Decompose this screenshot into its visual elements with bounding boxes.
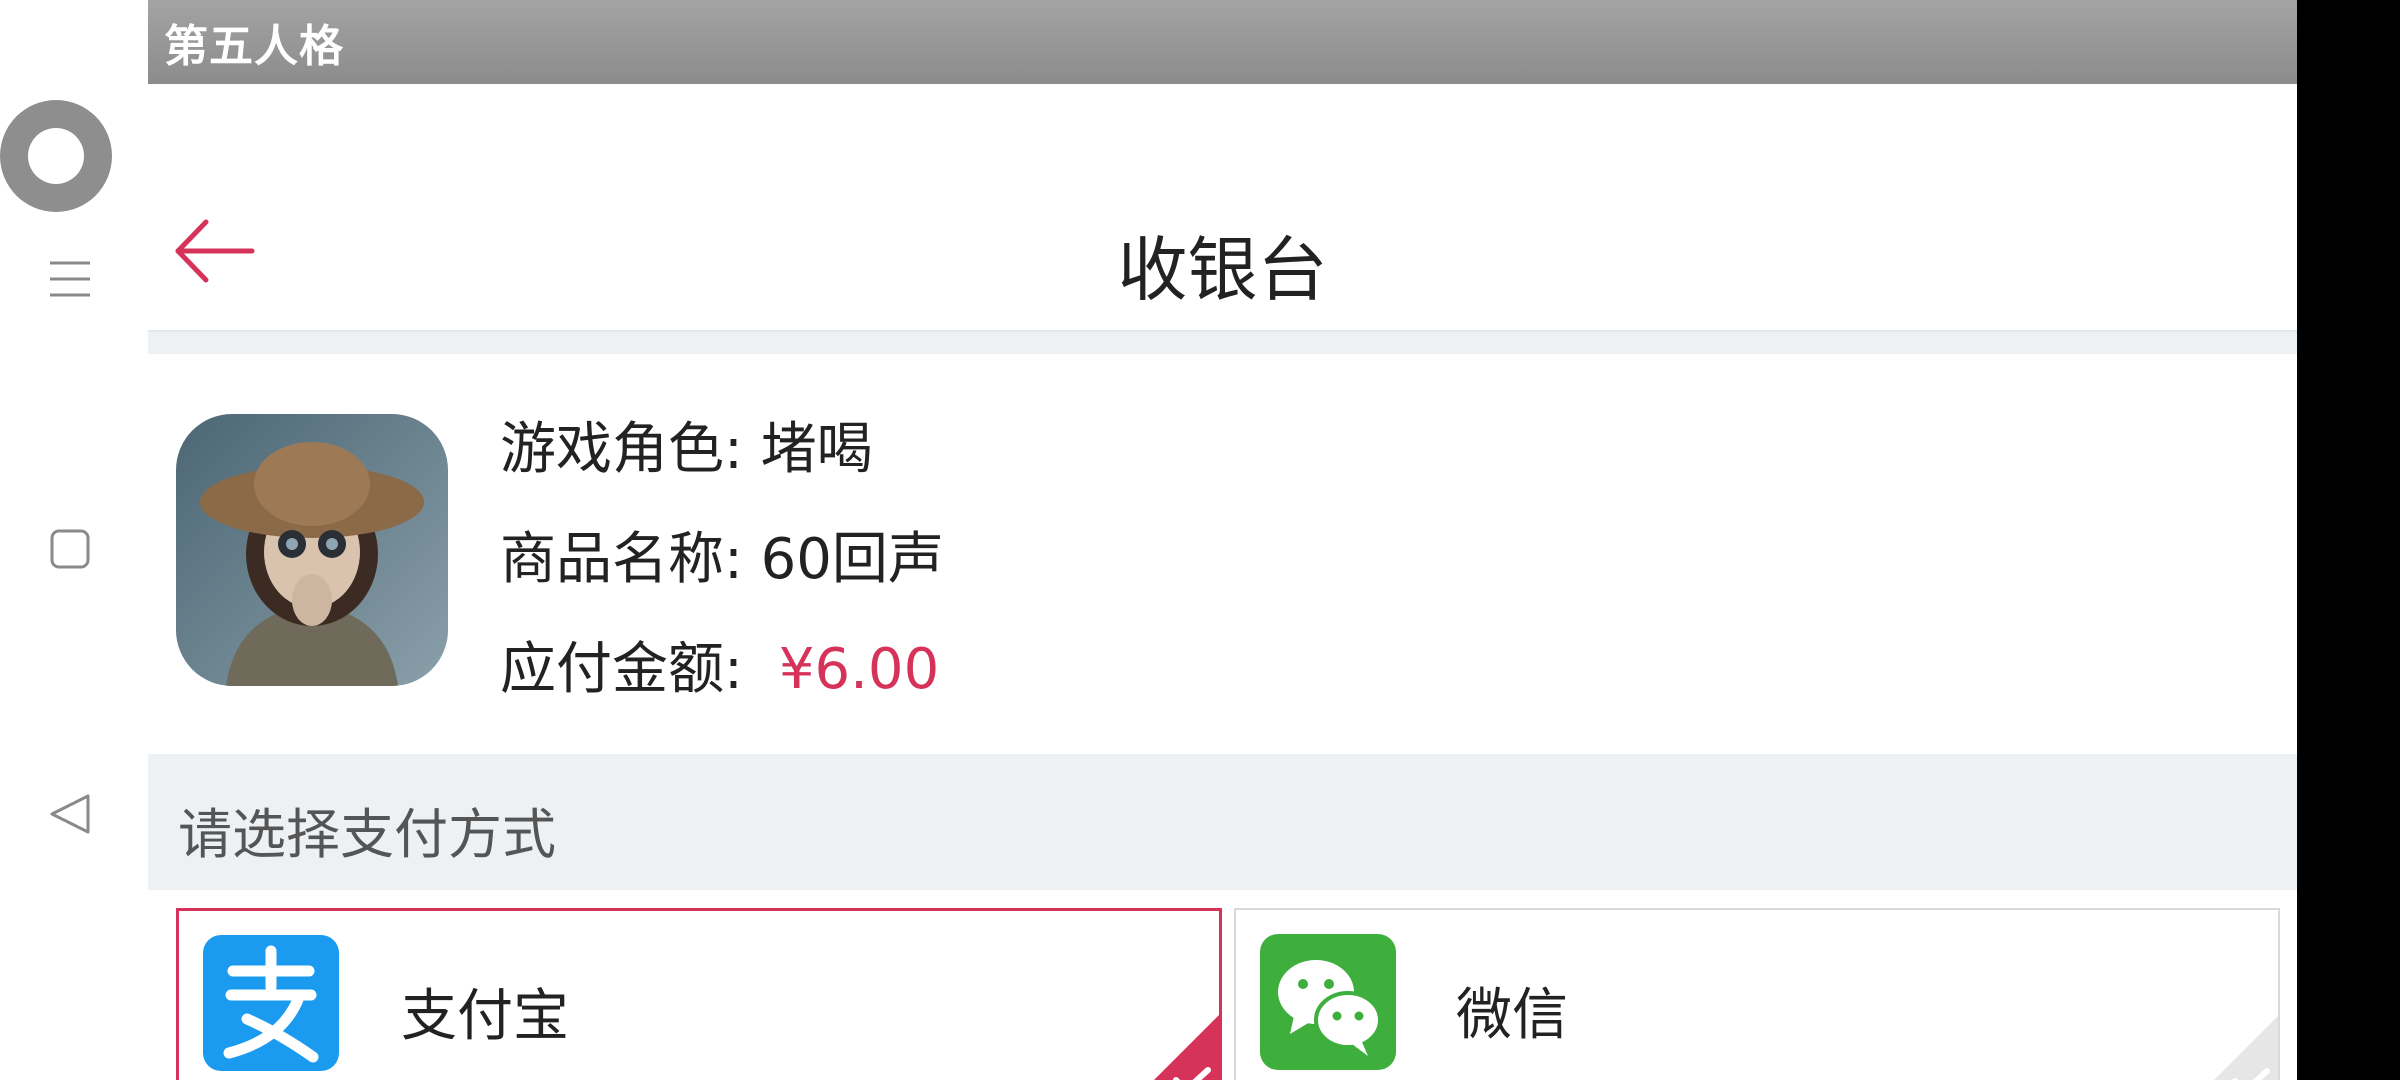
screen: 第五人格 收银台 游戏角色: 堵喝 商品名称: 60回声 应付金额: ¥6.00… — [0, 0, 2400, 1080]
role-info: 游戏角色: 堵喝 — [500, 417, 873, 482]
wechat-icon — [1260, 934, 1396, 1070]
product-info: 商品名称: 60回声 — [500, 527, 944, 592]
window-title-bar[interactable]: 第五人格 — [148, 0, 2297, 84]
payment-option-wechat[interactable]: 微信 — [1234, 908, 2280, 1080]
alipay-icon — [203, 935, 339, 1071]
section-divider — [148, 332, 2297, 354]
game-character-image — [176, 414, 448, 686]
page-title: 收银台 — [1117, 229, 1328, 311]
side-system-bar — [0, 0, 148, 1080]
payment-section-header: 请选择支付方式 — [148, 754, 2297, 890]
page-header: 收银台 — [148, 174, 2297, 332]
unselected-check-icon — [2187, 1015, 2278, 1080]
selected-check-icon — [1128, 1014, 1219, 1080]
amount-label: 应付金额: — [500, 637, 743, 702]
wechat-label: 微信 — [1456, 983, 1568, 1048]
order-info: 游戏角色: 堵喝 商品名称: 60回声 应付金额: ¥6.00 — [148, 354, 2297, 754]
menu-icon[interactable] — [45, 254, 95, 304]
window-title: 第五人格 — [164, 21, 344, 72]
payment-option-alipay[interactable]: 支付宝 — [176, 908, 1222, 1080]
nav-back-icon[interactable] — [45, 789, 95, 839]
payment-section-title: 请选择支付方式 — [178, 803, 556, 866]
amount-info: 应付金额: ¥6.00 — [500, 624, 939, 705]
app-window: 第五人格 收银台 游戏角色: 堵喝 商品名称: 60回声 应付金额: ¥6.00… — [148, 0, 2297, 1080]
amount-value: ¥6.00 — [778, 637, 940, 702]
alipay-label: 支付宝 — [401, 984, 569, 1049]
floating-ball[interactable] — [0, 100, 112, 212]
square-icon[interactable] — [45, 524, 95, 574]
